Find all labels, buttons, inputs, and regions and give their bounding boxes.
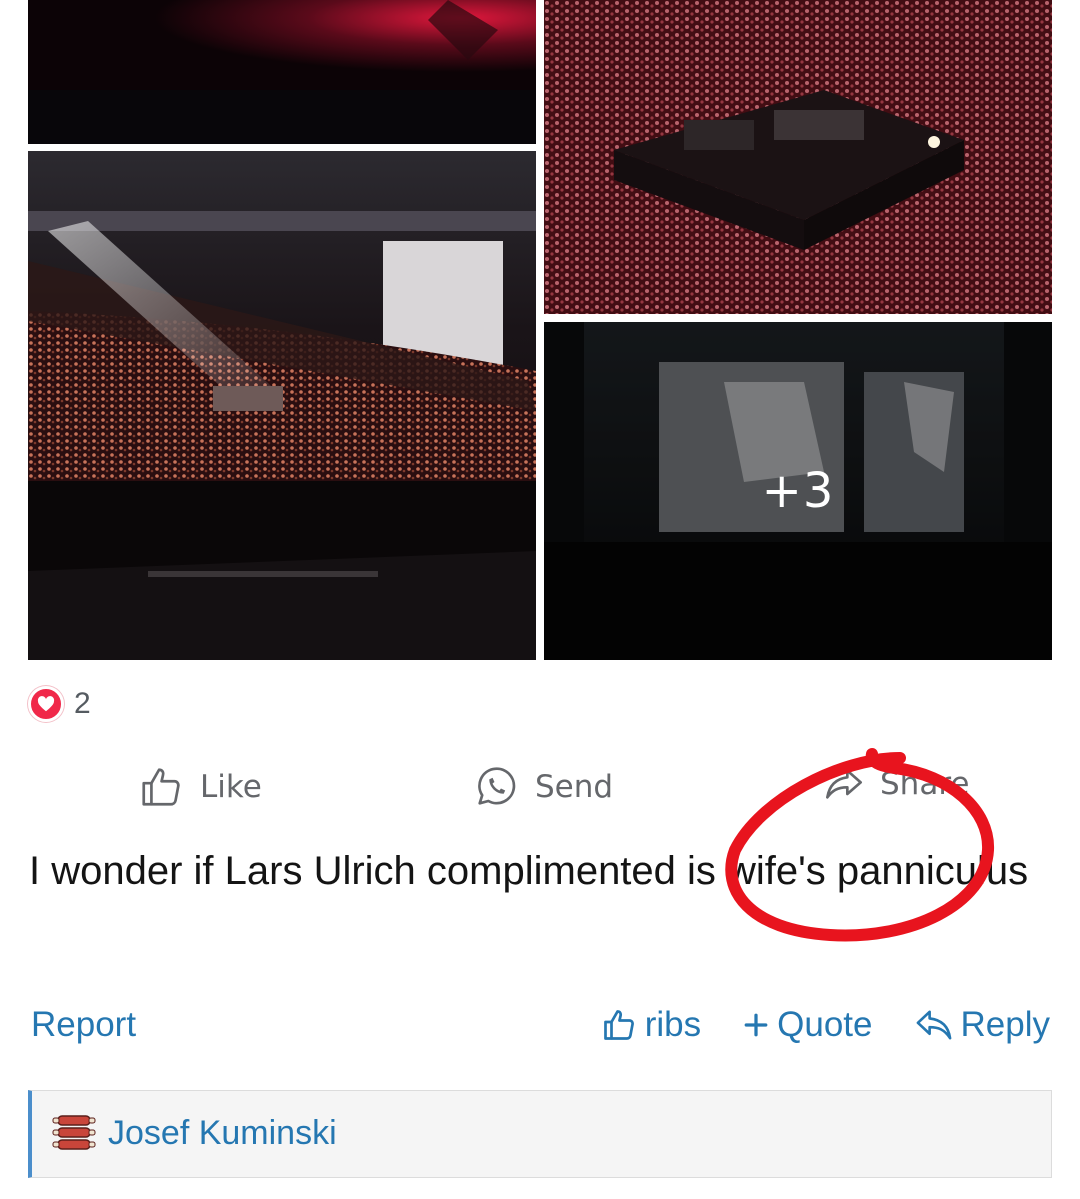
- report-link[interactable]: Report: [31, 1005, 136, 1045]
- ribs-reaction-button[interactable]: ribs: [601, 1005, 701, 1045]
- share-button[interactable]: Share: [824, 764, 969, 804]
- concert-photo-4[interactable]: +3: [544, 322, 1052, 660]
- thumbs-up-icon: [142, 768, 180, 806]
- reply-label: Reply: [960, 1005, 1050, 1044]
- reply-arrow-icon: [916, 1010, 951, 1040]
- concert-photo-2[interactable]: [544, 0, 1052, 314]
- quote-button[interactable]: Quote: [743, 1005, 873, 1045]
- like-button[interactable]: Like: [138, 764, 262, 810]
- post-actions: ribs Quote Reply: [559, 1005, 1050, 1045]
- post-footer: Report ribs Quote Reply: [30, 1000, 1050, 1054]
- quote-author-name[interactable]: Josef Kuminski: [108, 1114, 337, 1153]
- concert-photo-1[interactable]: [28, 0, 536, 144]
- reactions-summary[interactable]: 2: [28, 684, 91, 724]
- ribs-icon: [52, 1115, 96, 1150]
- embed-action-bar: Like Send Share: [28, 756, 1052, 826]
- quote-block[interactable]: Josef Kuminski: [28, 1090, 1052, 1178]
- reaction-count: 2: [74, 687, 91, 720]
- quote-label: Quote: [777, 1005, 873, 1044]
- whatsapp-icon: [478, 767, 516, 805]
- share-label: Share: [880, 766, 970, 802]
- send-label: Send: [535, 769, 614, 805]
- reply-button[interactable]: Reply: [915, 1005, 1050, 1045]
- embedded-post-card: +3: [28, 0, 1052, 826]
- send-button[interactable]: Send: [473, 764, 613, 810]
- plus-icon: [744, 1013, 768, 1037]
- more-photos-count[interactable]: +3: [544, 322, 1052, 660]
- ribs-label: ribs: [644, 1005, 702, 1044]
- post-body-text: I wonder if Lars Ulrich complimented is …: [29, 849, 1029, 893]
- concert-photo-3[interactable]: [28, 151, 536, 660]
- quote-author[interactable]: Josef Kuminski: [52, 1113, 337, 1153]
- like-label: Like: [200, 769, 262, 805]
- thumbs-up-icon: [603, 1010, 634, 1040]
- share-arrow-icon: [826, 769, 862, 799]
- heart-icon: [28, 686, 64, 722]
